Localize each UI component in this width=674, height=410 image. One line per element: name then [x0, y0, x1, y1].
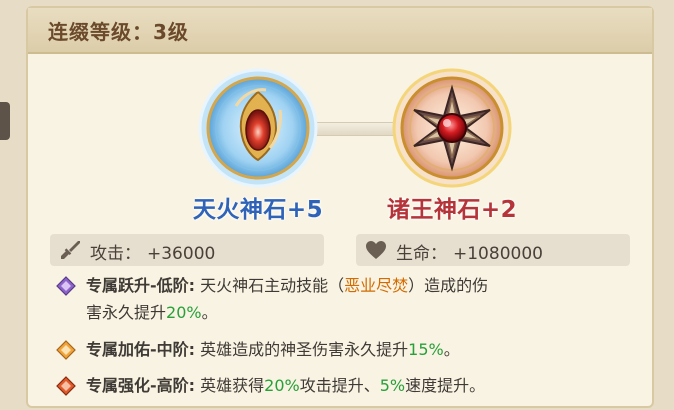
effect-low-tier-title: 专属跃升-低阶:	[86, 276, 196, 295]
effect-mid-tier-title: 专属加佑-中阶:	[86, 340, 196, 359]
stone-name-tianhuo: 天火神石+5	[192, 197, 324, 223]
fire-stone-icon	[198, 68, 318, 188]
effect-high-tier-title: 专属强化-高阶:	[86, 376, 196, 395]
stat-value-health: +1080000	[453, 244, 543, 264]
effect-high-tier: 专属强化-高阶: 英雄获得20%攻击提升、5%速度提升。	[56, 372, 636, 399]
stat-value-attack: +36000	[147, 244, 216, 264]
effect-low-tier-text-a: 天火神石主动技能（	[195, 276, 345, 295]
stat-label-attack: 攻击：	[90, 244, 141, 264]
king-stone-icon	[392, 68, 512, 188]
effect-mid-tier-text-a: 英雄造成的神圣伤害永久提升	[195, 340, 409, 359]
stat-label-health: 生命：	[396, 244, 447, 264]
effect-high-tier-text-c: 速度提升。	[405, 376, 486, 395]
effect-mid-tier: 专属加佑-中阶: 英雄造成的神圣伤害永久提升15%。	[56, 336, 636, 363]
effect-low-tier-text-b: ）造成的伤	[408, 276, 489, 295]
stone-name-zhuwang: 诸王神石+2	[386, 197, 518, 223]
effect-mid-tier-percent: 15%	[408, 340, 444, 359]
orange-diamond-icon	[56, 340, 76, 360]
effect-low-tier-text-d: 。	[201, 303, 218, 322]
set-bonus-panel: 连缀等级：3级 天火神石+5 诸王神石+2 攻击： +36000 生命： +10…	[26, 6, 654, 408]
red-diamond-icon	[56, 376, 76, 396]
effect-high-tier-percent-speed: 5%	[379, 376, 406, 395]
panel-title: 连缀等级：3级	[48, 20, 189, 44]
left-edge-tab[interactable]	[0, 102, 10, 140]
skill-name: 恶业尽焚	[344, 276, 409, 295]
effect-low-tier-percent: 20%	[166, 303, 202, 322]
stone-slot-zhuwang[interactable]	[390, 66, 514, 190]
effect-high-tier-text-b: 攻击提升、	[299, 376, 380, 395]
effect-low-tier-text-c: 害永久提升	[86, 303, 167, 322]
effect-mid-tier-text-b: 。	[443, 340, 460, 359]
purple-diamond-icon	[56, 276, 76, 296]
stat-health: 生命： +1080000	[356, 234, 630, 266]
heart-icon	[366, 241, 386, 259]
title-bar: 连缀等级：3级	[28, 8, 652, 54]
stone-slot-tianhuo[interactable]	[196, 66, 320, 190]
effect-high-tier-percent-attack: 20%	[264, 376, 300, 395]
stat-attack: 攻击： +36000	[50, 234, 324, 266]
effect-low-tier: 专属跃升-低阶: 天火神石主动技能（恶业尽焚）造成的伤 害永久提升20%。	[56, 272, 636, 326]
sword-icon	[61, 241, 80, 259]
effect-high-tier-text-a: 英雄获得	[195, 376, 265, 395]
